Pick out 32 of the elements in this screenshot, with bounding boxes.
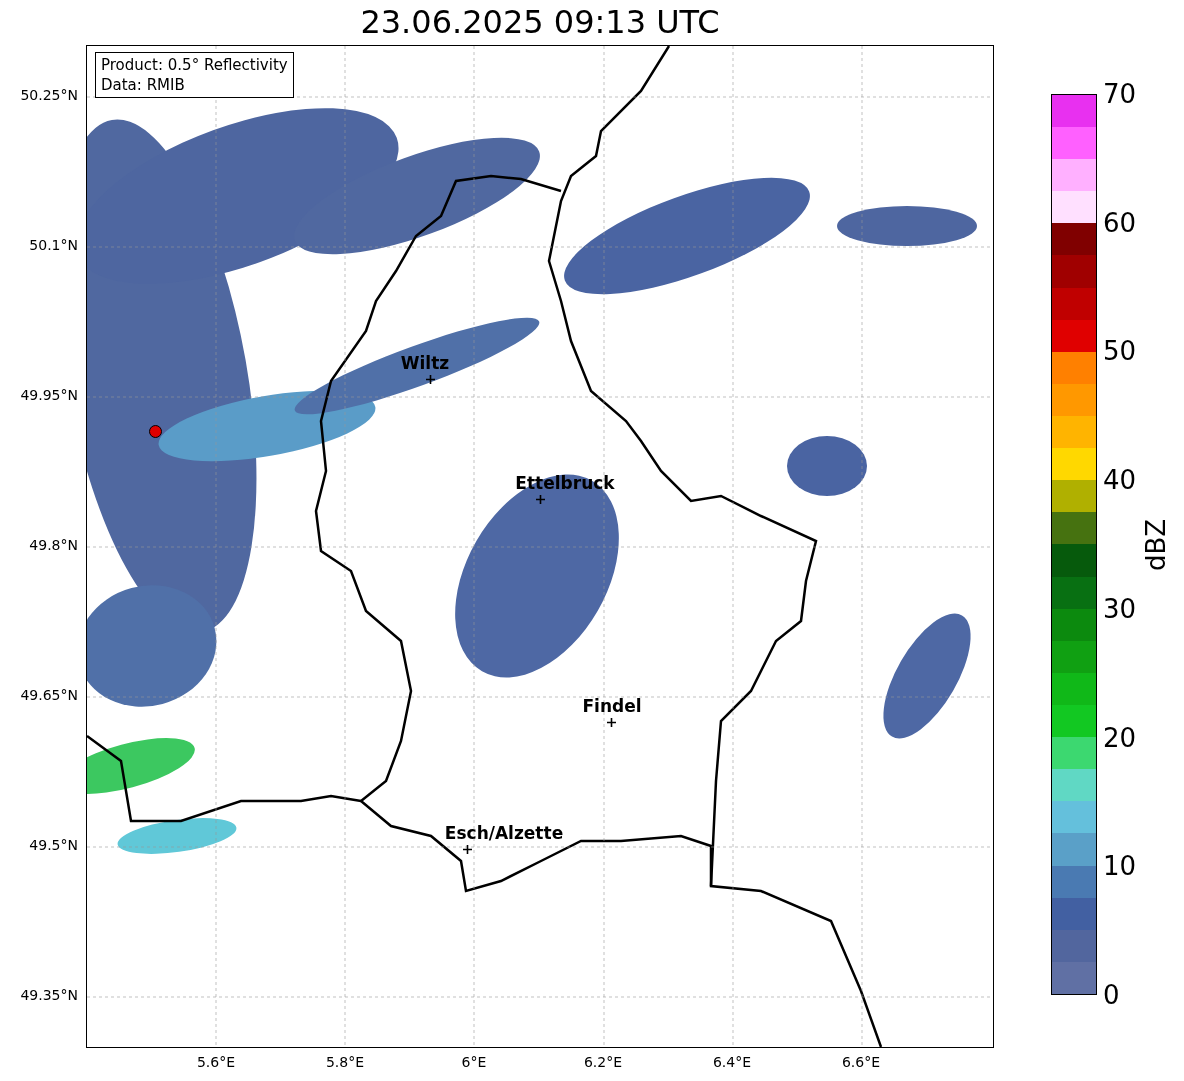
axis-tick-label: 5.6°E xyxy=(195,1053,237,1072)
axis-tick-label: 49.35°N xyxy=(20,986,79,1004)
colorbar-label: dBZ xyxy=(1141,518,1172,571)
colorbar-tick-label: 30 xyxy=(1103,594,1137,623)
chart-title: 23.06.2025 09:13 UTC xyxy=(359,2,721,43)
plus-marker-icon xyxy=(462,844,472,854)
plus-marker-icon xyxy=(606,717,616,727)
plus-marker-icon xyxy=(535,494,545,504)
place-label: Findel xyxy=(582,696,642,716)
colorbar-tick-label: 50 xyxy=(1103,337,1137,366)
info-text: Product: 0.5° Reflectivity xyxy=(101,55,288,75)
axis-tick-label: 6°E xyxy=(460,1053,488,1072)
colorbar-tick-label: 40 xyxy=(1103,466,1137,495)
axis-tick-label: 5.8°E xyxy=(324,1053,366,1072)
colorbar-tick-label: 10 xyxy=(1103,852,1137,881)
axis-tick-label: 6.2°E xyxy=(582,1053,624,1072)
place-label: Esch/Alzette xyxy=(444,823,564,843)
colorbar-tick-label: 60 xyxy=(1103,208,1137,237)
axis-tick-label: 49.8°N xyxy=(29,536,79,554)
colorbar-tick-label: 70 xyxy=(1103,80,1137,108)
colorbar-tick-label: 20 xyxy=(1103,723,1137,752)
place-label: Wiltz xyxy=(400,353,450,373)
axis-tick-label: 50.1°N xyxy=(29,236,79,254)
info-text: Data: RMIB xyxy=(101,75,186,95)
plus-marker-icon xyxy=(425,374,435,384)
axis-tick-label: 49.5°N xyxy=(29,836,79,854)
axis-tick-label: 49.65°N xyxy=(20,686,79,704)
axis-tick-label: 6.6°E xyxy=(840,1053,882,1072)
axis-tick-label: 50.25°N xyxy=(20,86,79,104)
axis-tick-label: 49.95°N xyxy=(20,386,79,404)
colorbar-tick-label: 0 xyxy=(1103,980,1121,1009)
axis-tick-label: 6.4°E xyxy=(711,1053,753,1072)
